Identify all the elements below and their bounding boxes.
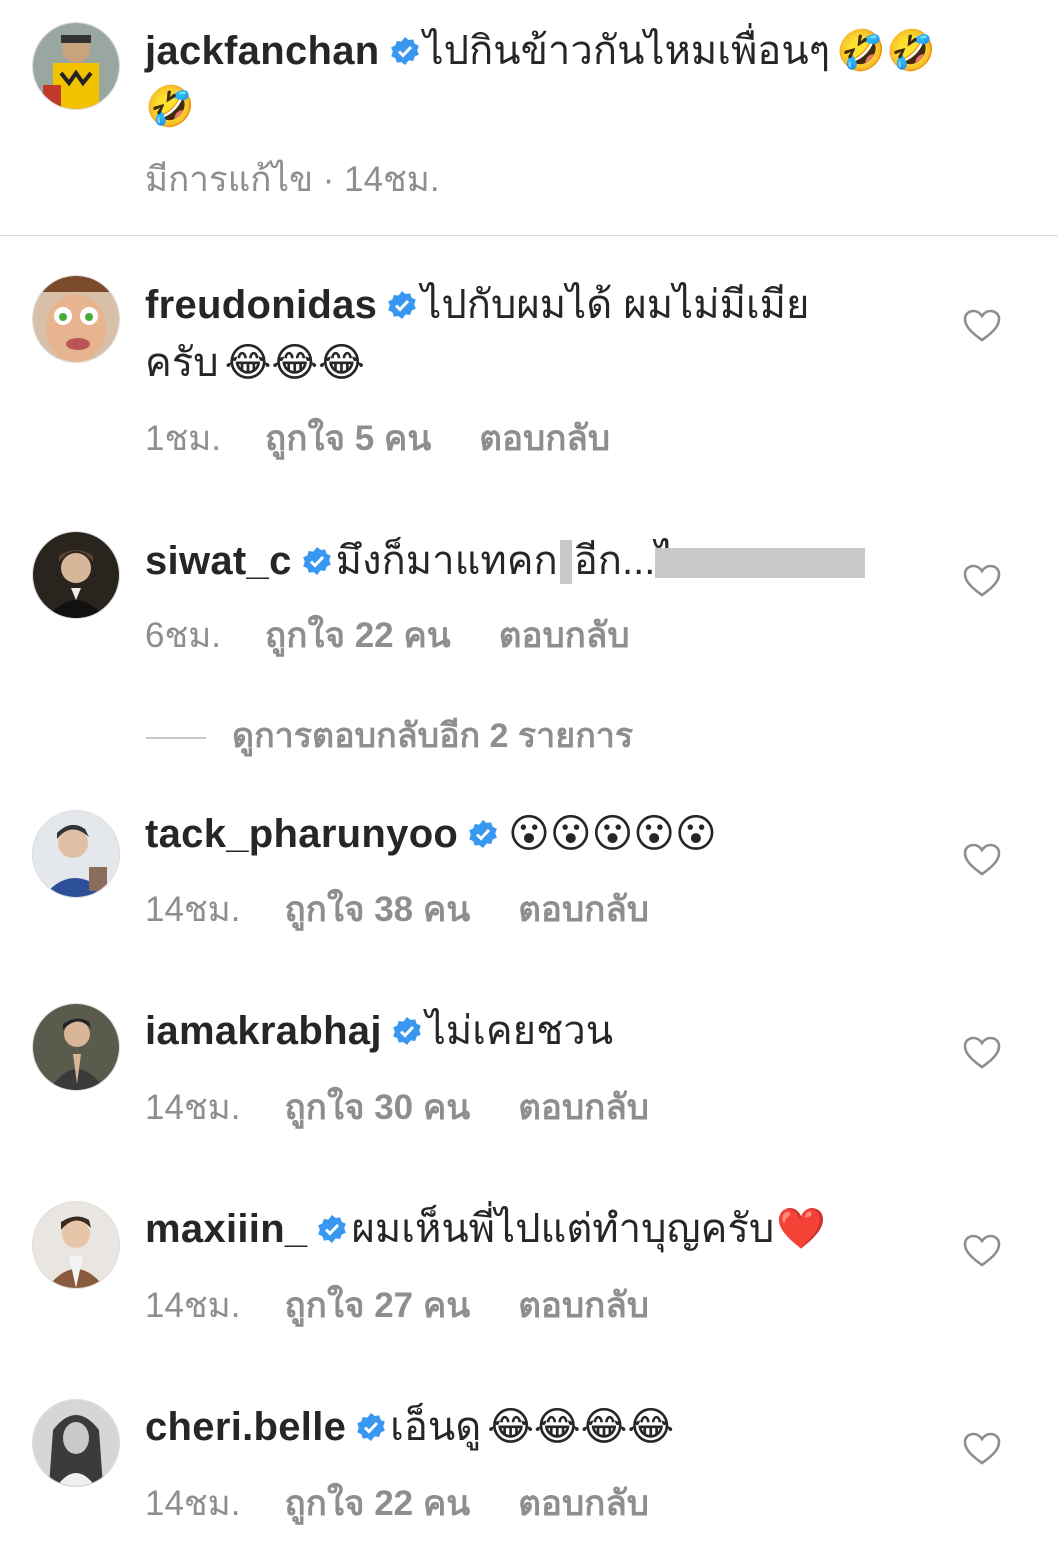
comment-row: iamakrabhaj ไม่เคยชวน — [145, 1002, 948, 1060]
like-count[interactable]: ถูกใจ 38 คน — [284, 882, 470, 937]
divider — [0, 235, 1058, 236]
heart-outline-icon[interactable] — [963, 309, 1001, 343]
comment-row: siwat_c มึงก็มาแทคก อีก...ไ — [145, 532, 948, 590]
username[interactable]: siwat_c — [145, 539, 292, 583]
comment-time[interactable]: 14ชม. — [145, 1476, 240, 1531]
replies-dash — [146, 737, 206, 740]
avatar-jackfanchan[interactable] — [33, 23, 119, 109]
comment-text: มึงก็มาแทคก — [335, 539, 558, 583]
like-count[interactable]: ถูกใจ 30 คน — [284, 1080, 470, 1135]
meta-separator: · — [313, 160, 345, 199]
comment-time[interactable]: 14ชม. — [145, 882, 240, 937]
avatar-maxiiin[interactable] — [33, 1202, 119, 1288]
comment-time[interactable]: 14ชม. — [145, 1080, 240, 1135]
comment-time[interactable]: 1ชม. — [145, 411, 221, 466]
verified-badge-icon — [390, 36, 420, 66]
username[interactable]: jackfanchan — [145, 29, 380, 73]
comment-meta: 14ชม. ถูกใจ 27 คน ตอบกลับ — [145, 1278, 649, 1333]
comment-time[interactable]: 14ชม. — [145, 1278, 240, 1333]
verified-badge-icon — [302, 546, 332, 576]
comment-meta: 14ชม. ถูกใจ 38 คน ตอบกลับ — [145, 882, 649, 937]
heart-outline-icon[interactable] — [963, 1432, 1001, 1466]
comment-row: tack_pharunyoo 😮😮😮😮😮 — [145, 805, 948, 863]
reply-button[interactable]: ตอบกลับ — [518, 1476, 649, 1531]
comment-meta: 14ชม. ถูกใจ 22 คน ตอบกลับ — [145, 1476, 649, 1531]
comment-text: ไปกับผมได้ ผมไม่มีเมีย — [421, 283, 810, 327]
like-count[interactable]: ถูกใจ 22 คน — [284, 1476, 470, 1531]
reply-button[interactable]: ตอบกลับ — [479, 411, 610, 466]
like-count[interactable]: ถูกใจ 5 คน — [265, 411, 431, 466]
reply-button[interactable]: ตอบกลับ — [518, 1080, 649, 1135]
heart-outline-icon[interactable] — [963, 1234, 1001, 1268]
username[interactable]: freudonidas — [145, 283, 377, 327]
view-replies-button[interactable]: ดูการตอบกลับอีก 2 รายการ — [146, 708, 633, 762]
verified-badge-icon — [356, 1412, 386, 1442]
caption-emojis: 🤣🤣 — [836, 28, 936, 74]
username[interactable]: maxiiin_ — [145, 1207, 307, 1251]
avatar-iamakrabhaj[interactable] — [33, 1004, 119, 1090]
comment-meta: 14ชม. ถูกใจ 30 คน ตอบกลับ — [145, 1080, 649, 1135]
heart-outline-icon[interactable] — [963, 564, 1001, 598]
verified-badge-icon — [387, 290, 417, 320]
verified-badge-icon — [468, 819, 498, 849]
avatar-tack-pharunyoo[interactable] — [33, 811, 119, 897]
post-caption: jackfanchan ไปกินข้าวกันไหมเพื่อนๆ 🤣🤣 — [145, 22, 948, 80]
comment-meta: 1ชม. ถูกใจ 5 คน ตอบกลับ — [145, 411, 610, 466]
username[interactable]: iamakrabhaj — [145, 1009, 382, 1053]
heart-outline-icon[interactable] — [963, 843, 1001, 877]
view-replies-label: ดูการตอบกลับอีก 2 รายการ — [232, 717, 634, 755]
comment-line2: ครับ 😂😂😂 — [145, 334, 948, 392]
comment-emojis: 😂😂😂 — [224, 340, 365, 386]
caption-emoji-line2: 🤣 — [145, 84, 195, 130]
comment-text: ไม่เคยชวน — [425, 1009, 614, 1053]
verified-badge-icon — [317, 1214, 347, 1244]
redaction-blur — [655, 548, 866, 578]
comment-text-line2: ครับ — [145, 341, 219, 385]
comment-text: เอ็นดู — [390, 1405, 482, 1449]
reply-button[interactable]: ตอบกลับ — [518, 882, 649, 937]
like-count[interactable]: ถูกใจ 22 คน — [265, 608, 451, 663]
caption-text: ไปกินข้าวกันไหมเพื่อนๆ — [423, 29, 831, 73]
like-count[interactable]: ถูกใจ 27 คน — [284, 1278, 470, 1333]
post-time[interactable]: 14ชม. — [344, 152, 439, 207]
avatar-freudonidas[interactable] — [33, 276, 119, 362]
username[interactable]: tack_pharunyoo — [145, 812, 458, 856]
comment-row: freudonidas ไปกับผมได้ ผมไม่มีเมีย — [145, 276, 948, 334]
comment-emojis: 😮😮😮😮😮 — [508, 811, 717, 857]
verified-badge-icon — [392, 1016, 422, 1046]
avatar-siwat-c[interactable] — [33, 532, 119, 618]
username[interactable]: cheri.belle — [145, 1405, 346, 1449]
comment-time[interactable]: 6ชม. — [145, 608, 221, 663]
heart-outline-icon[interactable] — [963, 1036, 1001, 1070]
avatar-cheri-belle[interactable] — [33, 1400, 119, 1486]
comment-meta: 6ชม. ถูกใจ 22 คน ตอบกลับ — [145, 608, 630, 663]
comment-row: maxiiin_ ผมเห็นพี่ไปแต่ทำบุญครับ❤️ — [145, 1200, 948, 1258]
reply-button[interactable]: ตอบกลับ — [518, 1278, 649, 1333]
post-meta: มีการแก้ไข · 14ชม. — [145, 152, 440, 207]
comment-emojis: 😂😂😂😂 — [487, 1404, 675, 1450]
edited-label: มีการแก้ไข — [145, 160, 313, 199]
comment-row: cheri.belle เอ็นดู 😂😂😂😂 — [145, 1398, 948, 1456]
comment-emojis: ❤️ — [776, 1206, 827, 1252]
reply-button[interactable]: ตอบกลับ — [499, 608, 630, 663]
comment-text: ผมเห็นพี่ไปแต่ทำบุญครับ — [351, 1207, 775, 1251]
redaction-mark — [559, 540, 572, 584]
caption-line2: 🤣 — [145, 78, 948, 136]
